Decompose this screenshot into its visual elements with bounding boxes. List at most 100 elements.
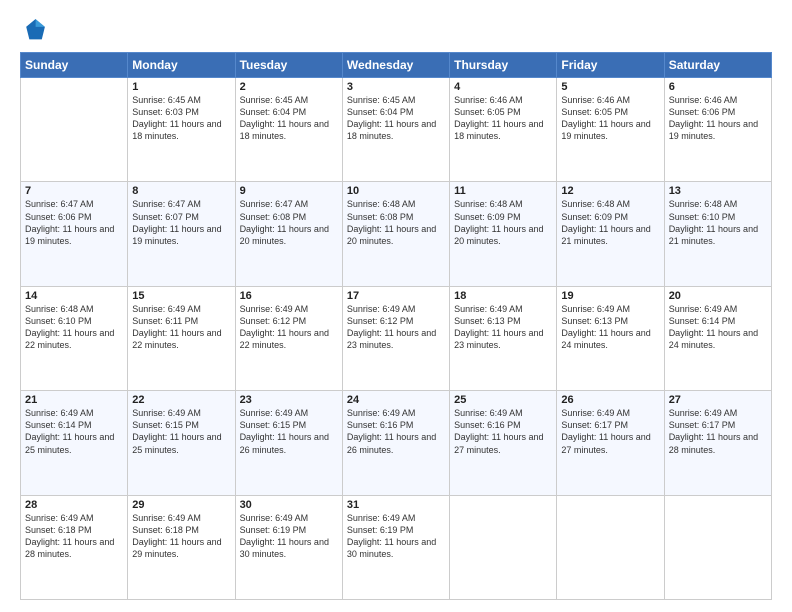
day-number: 14	[25, 290, 123, 302]
calendar-cell: 13Sunrise: 6:48 AM Sunset: 6:10 PM Dayli…	[664, 182, 771, 286]
day-info: Sunrise: 6:47 AM Sunset: 6:08 PM Dayligh…	[240, 198, 338, 247]
calendar-week-row: 14Sunrise: 6:48 AM Sunset: 6:10 PM Dayli…	[21, 286, 772, 390]
day-info: Sunrise: 6:46 AM Sunset: 6:06 PM Dayligh…	[669, 94, 767, 143]
day-info: Sunrise: 6:49 AM Sunset: 6:19 PM Dayligh…	[347, 512, 445, 561]
day-number: 25	[454, 394, 552, 406]
header	[20, 16, 772, 44]
calendar-cell: 11Sunrise: 6:48 AM Sunset: 6:09 PM Dayli…	[450, 182, 557, 286]
calendar-cell: 22Sunrise: 6:49 AM Sunset: 6:15 PM Dayli…	[128, 391, 235, 495]
day-number: 17	[347, 290, 445, 302]
day-info: Sunrise: 6:49 AM Sunset: 6:17 PM Dayligh…	[669, 407, 767, 456]
calendar-cell: 2Sunrise: 6:45 AM Sunset: 6:04 PM Daylig…	[235, 78, 342, 182]
calendar-cell: 29Sunrise: 6:49 AM Sunset: 6:18 PM Dayli…	[128, 495, 235, 599]
calendar-cell	[664, 495, 771, 599]
calendar-cell: 3Sunrise: 6:45 AM Sunset: 6:04 PM Daylig…	[342, 78, 449, 182]
day-info: Sunrise: 6:46 AM Sunset: 6:05 PM Dayligh…	[454, 94, 552, 143]
day-info: Sunrise: 6:49 AM Sunset: 6:15 PM Dayligh…	[132, 407, 230, 456]
calendar-table: SundayMondayTuesdayWednesdayThursdayFrid…	[20, 52, 772, 600]
day-number: 10	[347, 185, 445, 197]
day-info: Sunrise: 6:49 AM Sunset: 6:14 PM Dayligh…	[25, 407, 123, 456]
calendar-cell: 5Sunrise: 6:46 AM Sunset: 6:05 PM Daylig…	[557, 78, 664, 182]
day-info: Sunrise: 6:48 AM Sunset: 6:09 PM Dayligh…	[454, 198, 552, 247]
day-number: 21	[25, 394, 123, 406]
day-info: Sunrise: 6:49 AM Sunset: 6:15 PM Dayligh…	[240, 407, 338, 456]
weekday-header-wednesday: Wednesday	[342, 53, 449, 78]
calendar-cell: 23Sunrise: 6:49 AM Sunset: 6:15 PM Dayli…	[235, 391, 342, 495]
day-info: Sunrise: 6:49 AM Sunset: 6:19 PM Dayligh…	[240, 512, 338, 561]
day-info: Sunrise: 6:49 AM Sunset: 6:17 PM Dayligh…	[561, 407, 659, 456]
weekday-header-monday: Monday	[128, 53, 235, 78]
calendar-cell	[557, 495, 664, 599]
weekday-header-thursday: Thursday	[450, 53, 557, 78]
day-number: 2	[240, 81, 338, 93]
day-info: Sunrise: 6:49 AM Sunset: 6:11 PM Dayligh…	[132, 303, 230, 352]
day-info: Sunrise: 6:49 AM Sunset: 6:16 PM Dayligh…	[347, 407, 445, 456]
calendar-cell: 17Sunrise: 6:49 AM Sunset: 6:12 PM Dayli…	[342, 286, 449, 390]
day-number: 20	[669, 290, 767, 302]
calendar-week-row: 28Sunrise: 6:49 AM Sunset: 6:18 PM Dayli…	[21, 495, 772, 599]
calendar-cell: 24Sunrise: 6:49 AM Sunset: 6:16 PM Dayli…	[342, 391, 449, 495]
day-info: Sunrise: 6:49 AM Sunset: 6:18 PM Dayligh…	[25, 512, 123, 561]
calendar-cell: 19Sunrise: 6:49 AM Sunset: 6:13 PM Dayli…	[557, 286, 664, 390]
day-number: 11	[454, 185, 552, 197]
day-number: 31	[347, 499, 445, 511]
day-info: Sunrise: 6:49 AM Sunset: 6:18 PM Dayligh…	[132, 512, 230, 561]
logo-icon	[20, 16, 48, 44]
weekday-header-friday: Friday	[557, 53, 664, 78]
day-number: 8	[132, 185, 230, 197]
calendar-cell: 25Sunrise: 6:49 AM Sunset: 6:16 PM Dayli…	[450, 391, 557, 495]
day-info: Sunrise: 6:48 AM Sunset: 6:08 PM Dayligh…	[347, 198, 445, 247]
day-number: 4	[454, 81, 552, 93]
calendar-week-row: 1Sunrise: 6:45 AM Sunset: 6:03 PM Daylig…	[21, 78, 772, 182]
calendar-cell: 18Sunrise: 6:49 AM Sunset: 6:13 PM Dayli…	[450, 286, 557, 390]
day-info: Sunrise: 6:49 AM Sunset: 6:14 PM Dayligh…	[669, 303, 767, 352]
calendar-cell	[21, 78, 128, 182]
calendar-cell: 28Sunrise: 6:49 AM Sunset: 6:18 PM Dayli…	[21, 495, 128, 599]
day-number: 13	[669, 185, 767, 197]
calendar-cell: 8Sunrise: 6:47 AM Sunset: 6:07 PM Daylig…	[128, 182, 235, 286]
day-number: 27	[669, 394, 767, 406]
day-number: 15	[132, 290, 230, 302]
day-info: Sunrise: 6:49 AM Sunset: 6:13 PM Dayligh…	[454, 303, 552, 352]
day-number: 16	[240, 290, 338, 302]
weekday-header-tuesday: Tuesday	[235, 53, 342, 78]
calendar-cell: 16Sunrise: 6:49 AM Sunset: 6:12 PM Dayli…	[235, 286, 342, 390]
day-number: 23	[240, 394, 338, 406]
day-info: Sunrise: 6:45 AM Sunset: 6:03 PM Dayligh…	[132, 94, 230, 143]
calendar-cell: 30Sunrise: 6:49 AM Sunset: 6:19 PM Dayli…	[235, 495, 342, 599]
day-number: 22	[132, 394, 230, 406]
calendar-cell: 21Sunrise: 6:49 AM Sunset: 6:14 PM Dayli…	[21, 391, 128, 495]
day-info: Sunrise: 6:48 AM Sunset: 6:10 PM Dayligh…	[669, 198, 767, 247]
day-info: Sunrise: 6:48 AM Sunset: 6:09 PM Dayligh…	[561, 198, 659, 247]
calendar-cell: 15Sunrise: 6:49 AM Sunset: 6:11 PM Dayli…	[128, 286, 235, 390]
calendar-cell: 4Sunrise: 6:46 AM Sunset: 6:05 PM Daylig…	[450, 78, 557, 182]
day-number: 28	[25, 499, 123, 511]
calendar-cell: 1Sunrise: 6:45 AM Sunset: 6:03 PM Daylig…	[128, 78, 235, 182]
calendar-cell: 10Sunrise: 6:48 AM Sunset: 6:08 PM Dayli…	[342, 182, 449, 286]
calendar-cell: 26Sunrise: 6:49 AM Sunset: 6:17 PM Dayli…	[557, 391, 664, 495]
calendar-week-row: 7Sunrise: 6:47 AM Sunset: 6:06 PM Daylig…	[21, 182, 772, 286]
weekday-header-saturday: Saturday	[664, 53, 771, 78]
day-info: Sunrise: 6:49 AM Sunset: 6:13 PM Dayligh…	[561, 303, 659, 352]
day-number: 24	[347, 394, 445, 406]
day-number: 5	[561, 81, 659, 93]
day-number: 30	[240, 499, 338, 511]
day-number: 6	[669, 81, 767, 93]
day-number: 19	[561, 290, 659, 302]
calendar-cell: 7Sunrise: 6:47 AM Sunset: 6:06 PM Daylig…	[21, 182, 128, 286]
day-number: 18	[454, 290, 552, 302]
day-info: Sunrise: 6:49 AM Sunset: 6:12 PM Dayligh…	[347, 303, 445, 352]
page: SundayMondayTuesdayWednesdayThursdayFrid…	[0, 0, 792, 612]
day-info: Sunrise: 6:49 AM Sunset: 6:16 PM Dayligh…	[454, 407, 552, 456]
day-info: Sunrise: 6:48 AM Sunset: 6:10 PM Dayligh…	[25, 303, 123, 352]
calendar-cell	[450, 495, 557, 599]
weekday-header-sunday: Sunday	[21, 53, 128, 78]
calendar-header-row: SundayMondayTuesdayWednesdayThursdayFrid…	[21, 53, 772, 78]
day-number: 7	[25, 185, 123, 197]
day-number: 12	[561, 185, 659, 197]
day-number: 1	[132, 81, 230, 93]
day-info: Sunrise: 6:49 AM Sunset: 6:12 PM Dayligh…	[240, 303, 338, 352]
day-number: 29	[132, 499, 230, 511]
calendar-cell: 9Sunrise: 6:47 AM Sunset: 6:08 PM Daylig…	[235, 182, 342, 286]
calendar-week-row: 21Sunrise: 6:49 AM Sunset: 6:14 PM Dayli…	[21, 391, 772, 495]
